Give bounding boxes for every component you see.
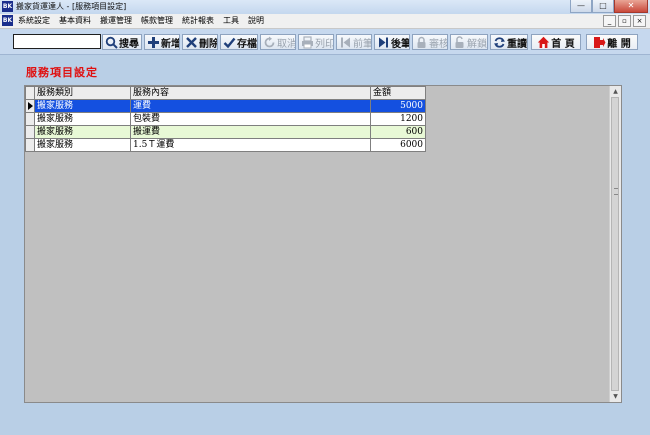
previous-record-button[interactable]: 前筆 — [336, 34, 372, 50]
add-button[interactable]: 新增 — [144, 34, 180, 50]
plus-icon — [147, 36, 160, 49]
table-row[interactable]: 搬家服務 1.5Ｔ運費 6000 — [25, 138, 426, 152]
unlock-button[interactable]: 解鎖 — [450, 34, 488, 50]
delete-button[interactable]: 刪除 — [182, 34, 218, 50]
window-controls: — □ ✕ — [570, 0, 648, 13]
vertical-scrollbar[interactable]: ▲ ▼ — [609, 86, 621, 402]
page-title: 服務項目設定 — [26, 66, 98, 79]
grid-header-row: 服務類別 服務內容 金額 — [25, 86, 426, 100]
refresh-icon — [493, 36, 506, 49]
search-icon — [105, 36, 118, 49]
undo-icon — [263, 36, 276, 49]
window-titlebar[interactable]: BK 搬家貨運達人 - [服務項目設定] — □ ✕ — [0, 0, 650, 15]
menubar: BK 系統設定 基本資料 搬運管理 帳款管理 統計報表 工具 說明 _ ▫ × — [0, 14, 650, 29]
menu-item-moving-management[interactable]: 搬運管理 — [100, 14, 132, 28]
add-button-label: 新增 — [161, 38, 180, 50]
column-header-amount[interactable]: 金額 — [370, 86, 426, 100]
search-button[interactable]: 搜尋 — [102, 34, 142, 50]
exit-button-label: 離 開 — [607, 38, 631, 50]
approve-button[interactable]: 審核 — [412, 34, 448, 50]
cell-category[interactable]: 搬家服務 — [34, 125, 131, 139]
menu-item-accounts-management[interactable]: 帳款管理 — [141, 14, 173, 28]
home-button[interactable]: 首 頁 — [531, 34, 581, 50]
row-indicator — [25, 125, 35, 139]
menu-item-help[interactable]: 說明 — [248, 14, 264, 28]
cell-category[interactable]: 搬家服務 — [34, 112, 131, 126]
save-button-label: 存檔 — [237, 38, 257, 50]
cell-amount[interactable]: 5000 — [370, 99, 426, 113]
mdi-controls: _ ▫ × — [601, 15, 646, 27]
grid-table: 服務類別 服務內容 金額 搬家服務 運費 5000 搬家服務 包裝費 1200 … — [25, 86, 426, 152]
cancel-button-label: 取消 — [277, 38, 296, 50]
app-logo-icon: BK — [2, 1, 13, 12]
menu-app-icon[interactable]: BK — [2, 15, 13, 26]
print-button-label: 列印 — [315, 38, 334, 50]
reload-button[interactable]: 重讀 — [490, 34, 528, 50]
menu-item-system-settings[interactable]: 系統設定 — [18, 14, 50, 28]
scrollbar-thumb[interactable] — [611, 97, 619, 391]
row-indicator — [25, 112, 35, 126]
table-row[interactable]: 搬家服務 運費 5000 — [25, 99, 426, 113]
menu-item-basic-data[interactable]: 基本資料 — [59, 14, 91, 28]
row-indicator-header — [25, 86, 35, 100]
mdi-close-button[interactable]: × — [633, 15, 646, 27]
menu-item-reports[interactable]: 統計報表 — [182, 14, 214, 28]
delete-button-label: 刪除 — [199, 38, 218, 50]
x-icon — [185, 36, 198, 49]
next-record-button-label: 後筆 — [391, 38, 410, 50]
scrollbar-grip-icon — [614, 188, 618, 195]
search-input[interactable] — [13, 34, 101, 49]
exit-icon — [593, 36, 606, 49]
next-record-icon — [377, 36, 390, 49]
cell-amount[interactable]: 600 — [370, 125, 426, 139]
prev-record-icon — [339, 36, 352, 49]
previous-record-button-label: 前筆 — [353, 38, 372, 50]
row-indicator — [25, 99, 35, 113]
cell-content[interactable]: 運費 — [130, 99, 371, 113]
approve-button-label: 審核 — [429, 38, 448, 50]
unlock-icon — [453, 35, 466, 49]
column-header-category[interactable]: 服務類別 — [34, 86, 131, 100]
cell-content[interactable]: 搬運費 — [130, 125, 371, 139]
printer-icon — [301, 35, 314, 49]
mdi-minimize-button[interactable]: _ — [603, 15, 616, 27]
reload-button-label: 重讀 — [507, 38, 527, 50]
row-indicator — [25, 138, 35, 152]
cell-category[interactable]: 搬家服務 — [34, 99, 131, 113]
table-row[interactable]: 搬家服務 搬運費 600 — [25, 125, 426, 139]
cell-content[interactable]: 包裝費 — [130, 112, 371, 126]
search-button-label: 搜尋 — [119, 38, 139, 50]
home-button-label: 首 頁 — [551, 38, 575, 50]
scroll-down-icon[interactable]: ▼ — [610, 391, 621, 402]
scroll-up-icon[interactable]: ▲ — [610, 86, 621, 97]
next-record-button[interactable]: 後筆 — [374, 34, 410, 50]
mdi-restore-button[interactable]: ▫ — [618, 15, 631, 27]
cell-amount[interactable]: 1200 — [370, 112, 426, 126]
cell-content[interactable]: 1.5Ｔ運費 — [130, 138, 371, 152]
cell-category[interactable]: 搬家服務 — [34, 138, 131, 152]
save-button[interactable]: 存檔 — [220, 34, 258, 50]
unlock-button-label: 解鎖 — [467, 38, 487, 50]
cancel-button[interactable]: 取消 — [260, 34, 296, 50]
menu-items: 系統設定 基本資料 搬運管理 帳款管理 統計報表 工具 說明 — [18, 14, 273, 28]
minimize-button[interactable]: — — [570, 0, 592, 13]
home-icon — [537, 36, 550, 49]
current-row-arrow-icon — [28, 102, 33, 110]
close-button[interactable]: ✕ — [614, 0, 648, 13]
print-button[interactable]: 列印 — [298, 34, 334, 50]
lock-icon — [415, 36, 428, 49]
toolbar: 搜尋 新增 刪除 存檔 取消 列印 前筆 後筆 審核 解鎖 重讀 首 頁 離 開 — [0, 29, 650, 55]
service-items-grid[interactable]: 服務類別 服務內容 金額 搬家服務 運費 5000 搬家服務 包裝費 1200 … — [24, 85, 622, 403]
table-row[interactable]: 搬家服務 包裝費 1200 — [25, 112, 426, 126]
cell-amount[interactable]: 6000 — [370, 138, 426, 152]
check-icon — [223, 36, 236, 49]
maximize-button[interactable]: □ — [592, 0, 614, 13]
column-header-content[interactable]: 服務內容 — [130, 86, 371, 100]
window-title: 搬家貨運達人 - [服務項目設定] — [16, 2, 127, 11]
menu-item-tools[interactable]: 工具 — [223, 14, 239, 28]
exit-button[interactable]: 離 開 — [586, 34, 638, 50]
